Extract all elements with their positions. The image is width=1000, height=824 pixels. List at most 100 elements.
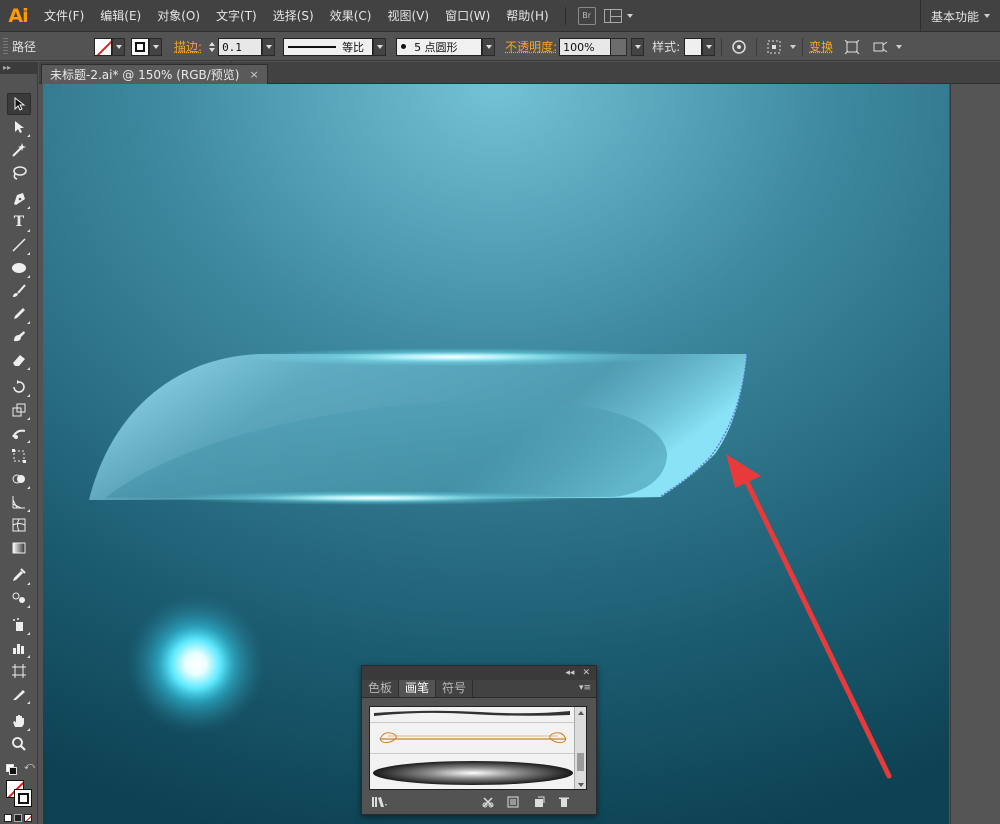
- charcoal-brush-preview: [374, 710, 570, 716]
- brush-list-scrollbar[interactable]: [574, 707, 586, 789]
- color-mode-buttons[interactable]: [4, 814, 34, 824]
- toolbar-collapse-toggle[interactable]: ▸▸: [0, 62, 38, 74]
- paintbrush-tool[interactable]: [7, 280, 31, 302]
- menu-edit[interactable]: 编辑(E): [92, 0, 149, 32]
- stroke-color-swatch[interactable]: [14, 789, 32, 807]
- delete-brush-icon[interactable]: [557, 795, 571, 809]
- gradient-tool[interactable]: [7, 537, 31, 559]
- brush-definition[interactable]: 5 点圆形: [396, 37, 483, 56]
- variable-width-profile[interactable]: 等比: [283, 37, 374, 56]
- brush-row[interactable]: [370, 707, 576, 723]
- menu-object[interactable]: 对象(O): [149, 0, 208, 32]
- isolate-selection-icon[interactable]: [841, 37, 863, 57]
- menu-file[interactable]: 文件(F): [36, 0, 92, 32]
- eraser-tool[interactable]: [7, 349, 31, 371]
- brush-definition-dropdown[interactable]: [482, 37, 496, 56]
- fill-color-picker[interactable]: [94, 37, 126, 56]
- panel-options-icon[interactable]: [869, 37, 891, 57]
- scroll-up-icon[interactable]: [578, 711, 584, 715]
- tab-brushes[interactable]: 画笔: [399, 680, 437, 697]
- graphic-style-dropdown[interactable]: [702, 37, 716, 56]
- brush-definition-label: 5 点圆形: [414, 40, 458, 54]
- brush-row[interactable]: [370, 724, 576, 754]
- document-tab-strip: 未标题-2.ai* @ 150% (RGB/预览) ×: [39, 62, 1000, 84]
- ellipse-tool[interactable]: [7, 257, 31, 279]
- type-tool[interactable]: T: [7, 211, 31, 233]
- opacity-dropdown[interactable]: [631, 37, 645, 56]
- recolor-artwork-icon[interactable]: [728, 37, 750, 57]
- column-graph-tool[interactable]: [7, 637, 31, 659]
- slice-tool[interactable]: [7, 683, 31, 705]
- tab-swatches[interactable]: 色板: [362, 680, 400, 697]
- remove-brush-stroke-icon[interactable]: [481, 795, 495, 809]
- menu-window[interactable]: 窗口(W): [437, 0, 498, 32]
- bridge-button[interactable]: Br: [577, 6, 596, 25]
- scroll-thumb[interactable]: [577, 753, 584, 771]
- perspective-grid-tool[interactable]: [7, 491, 31, 513]
- menu-effect[interactable]: 效果(C): [322, 0, 380, 32]
- blob-brush-tool[interactable]: [7, 326, 31, 348]
- menu-view[interactable]: 视图(V): [379, 0, 437, 32]
- chevron-down-icon: [112, 37, 126, 56]
- style-label: 样式:: [652, 40, 681, 54]
- direct-selection-tool[interactable]: [7, 116, 31, 138]
- brush-row[interactable]: [370, 755, 576, 789]
- blend-tool[interactable]: [7, 587, 31, 609]
- collapse-panel-icon[interactable]: ◂◂: [565, 668, 574, 678]
- close-icon[interactable]: ✕: [582, 668, 590, 678]
- transform-panel-link[interactable]: 变换: [809, 38, 833, 55]
- lasso-tool[interactable]: [7, 162, 31, 184]
- magic-wand-tool[interactable]: [7, 139, 31, 161]
- scale-tool[interactable]: [7, 399, 31, 421]
- tab-symbols[interactable]: 符号: [436, 680, 474, 697]
- artboard-tool[interactable]: [7, 660, 31, 682]
- hand-tool[interactable]: [7, 710, 31, 732]
- rotate-tool[interactable]: [7, 376, 31, 398]
- opacity-input[interactable]: 100%: [559, 37, 612, 56]
- warp-tool[interactable]: [7, 422, 31, 444]
- opacity-slider-button[interactable]: [611, 37, 628, 56]
- default-colors-icons[interactable]: ⤺: [4, 761, 36, 776]
- panel-menu-icon[interactable]: ▾≡: [579, 683, 591, 693]
- stroke-weight-stepper[interactable]: [206, 38, 218, 56]
- close-icon[interactable]: ×: [250, 68, 259, 81]
- align-to-icon[interactable]: [763, 37, 785, 57]
- document-tab[interactable]: 未标题-2.ai* @ 150% (RGB/预览) ×: [41, 64, 268, 84]
- symbol-sprayer-tool[interactable]: [7, 614, 31, 636]
- stroke-panel-link[interactable]: 描边:: [174, 38, 202, 55]
- stroke-profile-dropdown[interactable]: [373, 37, 387, 56]
- shape-builder-tool[interactable]: [7, 468, 31, 490]
- control-separator: [756, 37, 758, 56]
- mesh-tool[interactable]: [7, 514, 31, 536]
- color-mode-icon[interactable]: [4, 814, 12, 822]
- graphic-style-swatch[interactable]: [684, 37, 703, 56]
- stroke-weight-input[interactable]: 0.1 pt: [218, 37, 263, 72]
- free-transform-tool[interactable]: [7, 445, 31, 467]
- menu-select[interactable]: 选择(S): [265, 0, 322, 32]
- object-type-label: 路径: [12, 40, 37, 54]
- menu-type[interactable]: 文字(T): [208, 0, 265, 32]
- arrange-documents-button[interactable]: [603, 8, 633, 23]
- zoom-tool[interactable]: [7, 733, 31, 755]
- scroll-down-icon[interactable]: [578, 783, 584, 787]
- selection-tool[interactable]: [7, 93, 31, 115]
- pen-tool[interactable]: [7, 188, 31, 210]
- brush-libraries-menu-icon[interactable]: [370, 795, 390, 809]
- eyedropper-tool[interactable]: [7, 564, 31, 586]
- pencil-tool[interactable]: [7, 303, 31, 325]
- gradient-mode-icon[interactable]: [14, 814, 22, 822]
- glowing-orb[interactable]: [126, 594, 266, 734]
- line-segment-tool[interactable]: [7, 234, 31, 256]
- opacity-panel-link[interactable]: 不透明度:: [505, 38, 557, 55]
- stroke-color-picker[interactable]: [131, 37, 163, 56]
- stroke-weight-dropdown[interactable]: [262, 37, 276, 56]
- new-brush-icon[interactable]: [532, 795, 546, 809]
- panel-title-bar[interactable]: ◂◂ ✕: [362, 666, 596, 680]
- none-mode-icon[interactable]: [24, 814, 32, 822]
- workspace-switcher[interactable]: 基本功能: [919, 0, 1000, 32]
- brush-options-icon[interactable]: [506, 795, 520, 809]
- swap-fill-stroke-icon[interactable]: ⤺: [24, 761, 35, 772]
- menu-help[interactable]: 帮助(H): [498, 0, 556, 32]
- panel-grip[interactable]: [3, 37, 8, 56]
- decorative-brush-preview: [379, 732, 567, 744]
